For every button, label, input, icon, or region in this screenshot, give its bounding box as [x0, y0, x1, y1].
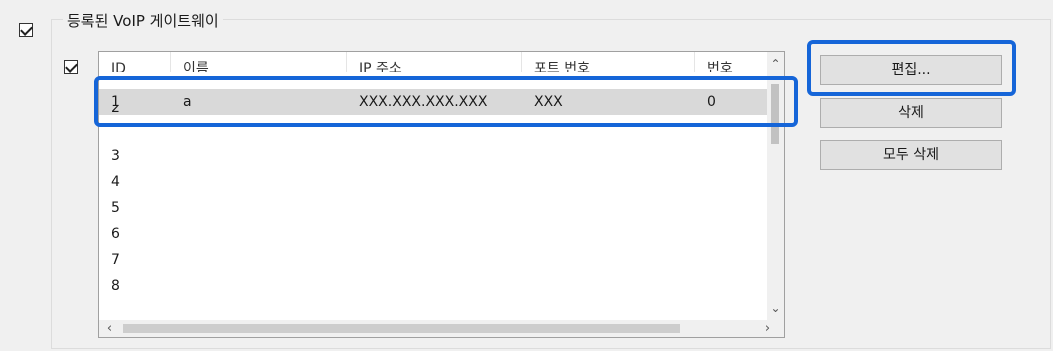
- cell-id: 3: [111, 148, 120, 164]
- cell-id: 7: [111, 252, 120, 268]
- column-header-name[interactable]: 이름: [171, 52, 347, 72]
- list-checkbox[interactable]: [64, 60, 78, 74]
- scroll-up-icon[interactable]: ⌃: [767, 56, 784, 73]
- scroll-down-icon[interactable]: ⌄: [767, 300, 784, 317]
- delete-all-button[interactable]: 모두 삭제: [820, 140, 1002, 170]
- column-header-ip[interactable]: IP 주소: [347, 52, 522, 72]
- cell-id: 5: [111, 200, 120, 216]
- column-header-port[interactable]: 포트 번호: [522, 52, 695, 72]
- checkmark-icon: [65, 60, 78, 73]
- table-row[interactable]: 5: [99, 195, 779, 221]
- table-row[interactable]: 3: [99, 143, 779, 169]
- row-highlight-box: [94, 76, 798, 127]
- enable-gateway-checkbox[interactable]: [19, 23, 33, 37]
- table-row[interactable]: 6: [99, 221, 779, 247]
- table-row[interactable]: 4: [99, 169, 779, 195]
- horizontal-scroll-thumb[interactable]: [123, 324, 680, 333]
- edit-highlight-box: [807, 40, 1016, 96]
- group-title: 등록된 VoIP 게이트웨이: [63, 10, 223, 31]
- cell-id: 6: [111, 226, 120, 242]
- scroll-left-icon[interactable]: ‹: [101, 320, 118, 337]
- scroll-right-icon[interactable]: ›: [759, 320, 776, 337]
- column-header-id[interactable]: ID: [99, 52, 171, 72]
- delete-button[interactable]: 삭제: [820, 98, 1002, 128]
- table-row[interactable]: 7: [99, 247, 779, 273]
- table-header: ID 이름 IP 주소 포트 번호 번호: [99, 52, 779, 72]
- cell-id: 8: [111, 278, 120, 294]
- cell-id: 4: [111, 174, 120, 190]
- horizontal-scrollbar[interactable]: ‹ ›: [99, 320, 784, 337]
- checkmark-icon: [20, 23, 33, 36]
- table-row[interactable]: 8: [99, 273, 779, 299]
